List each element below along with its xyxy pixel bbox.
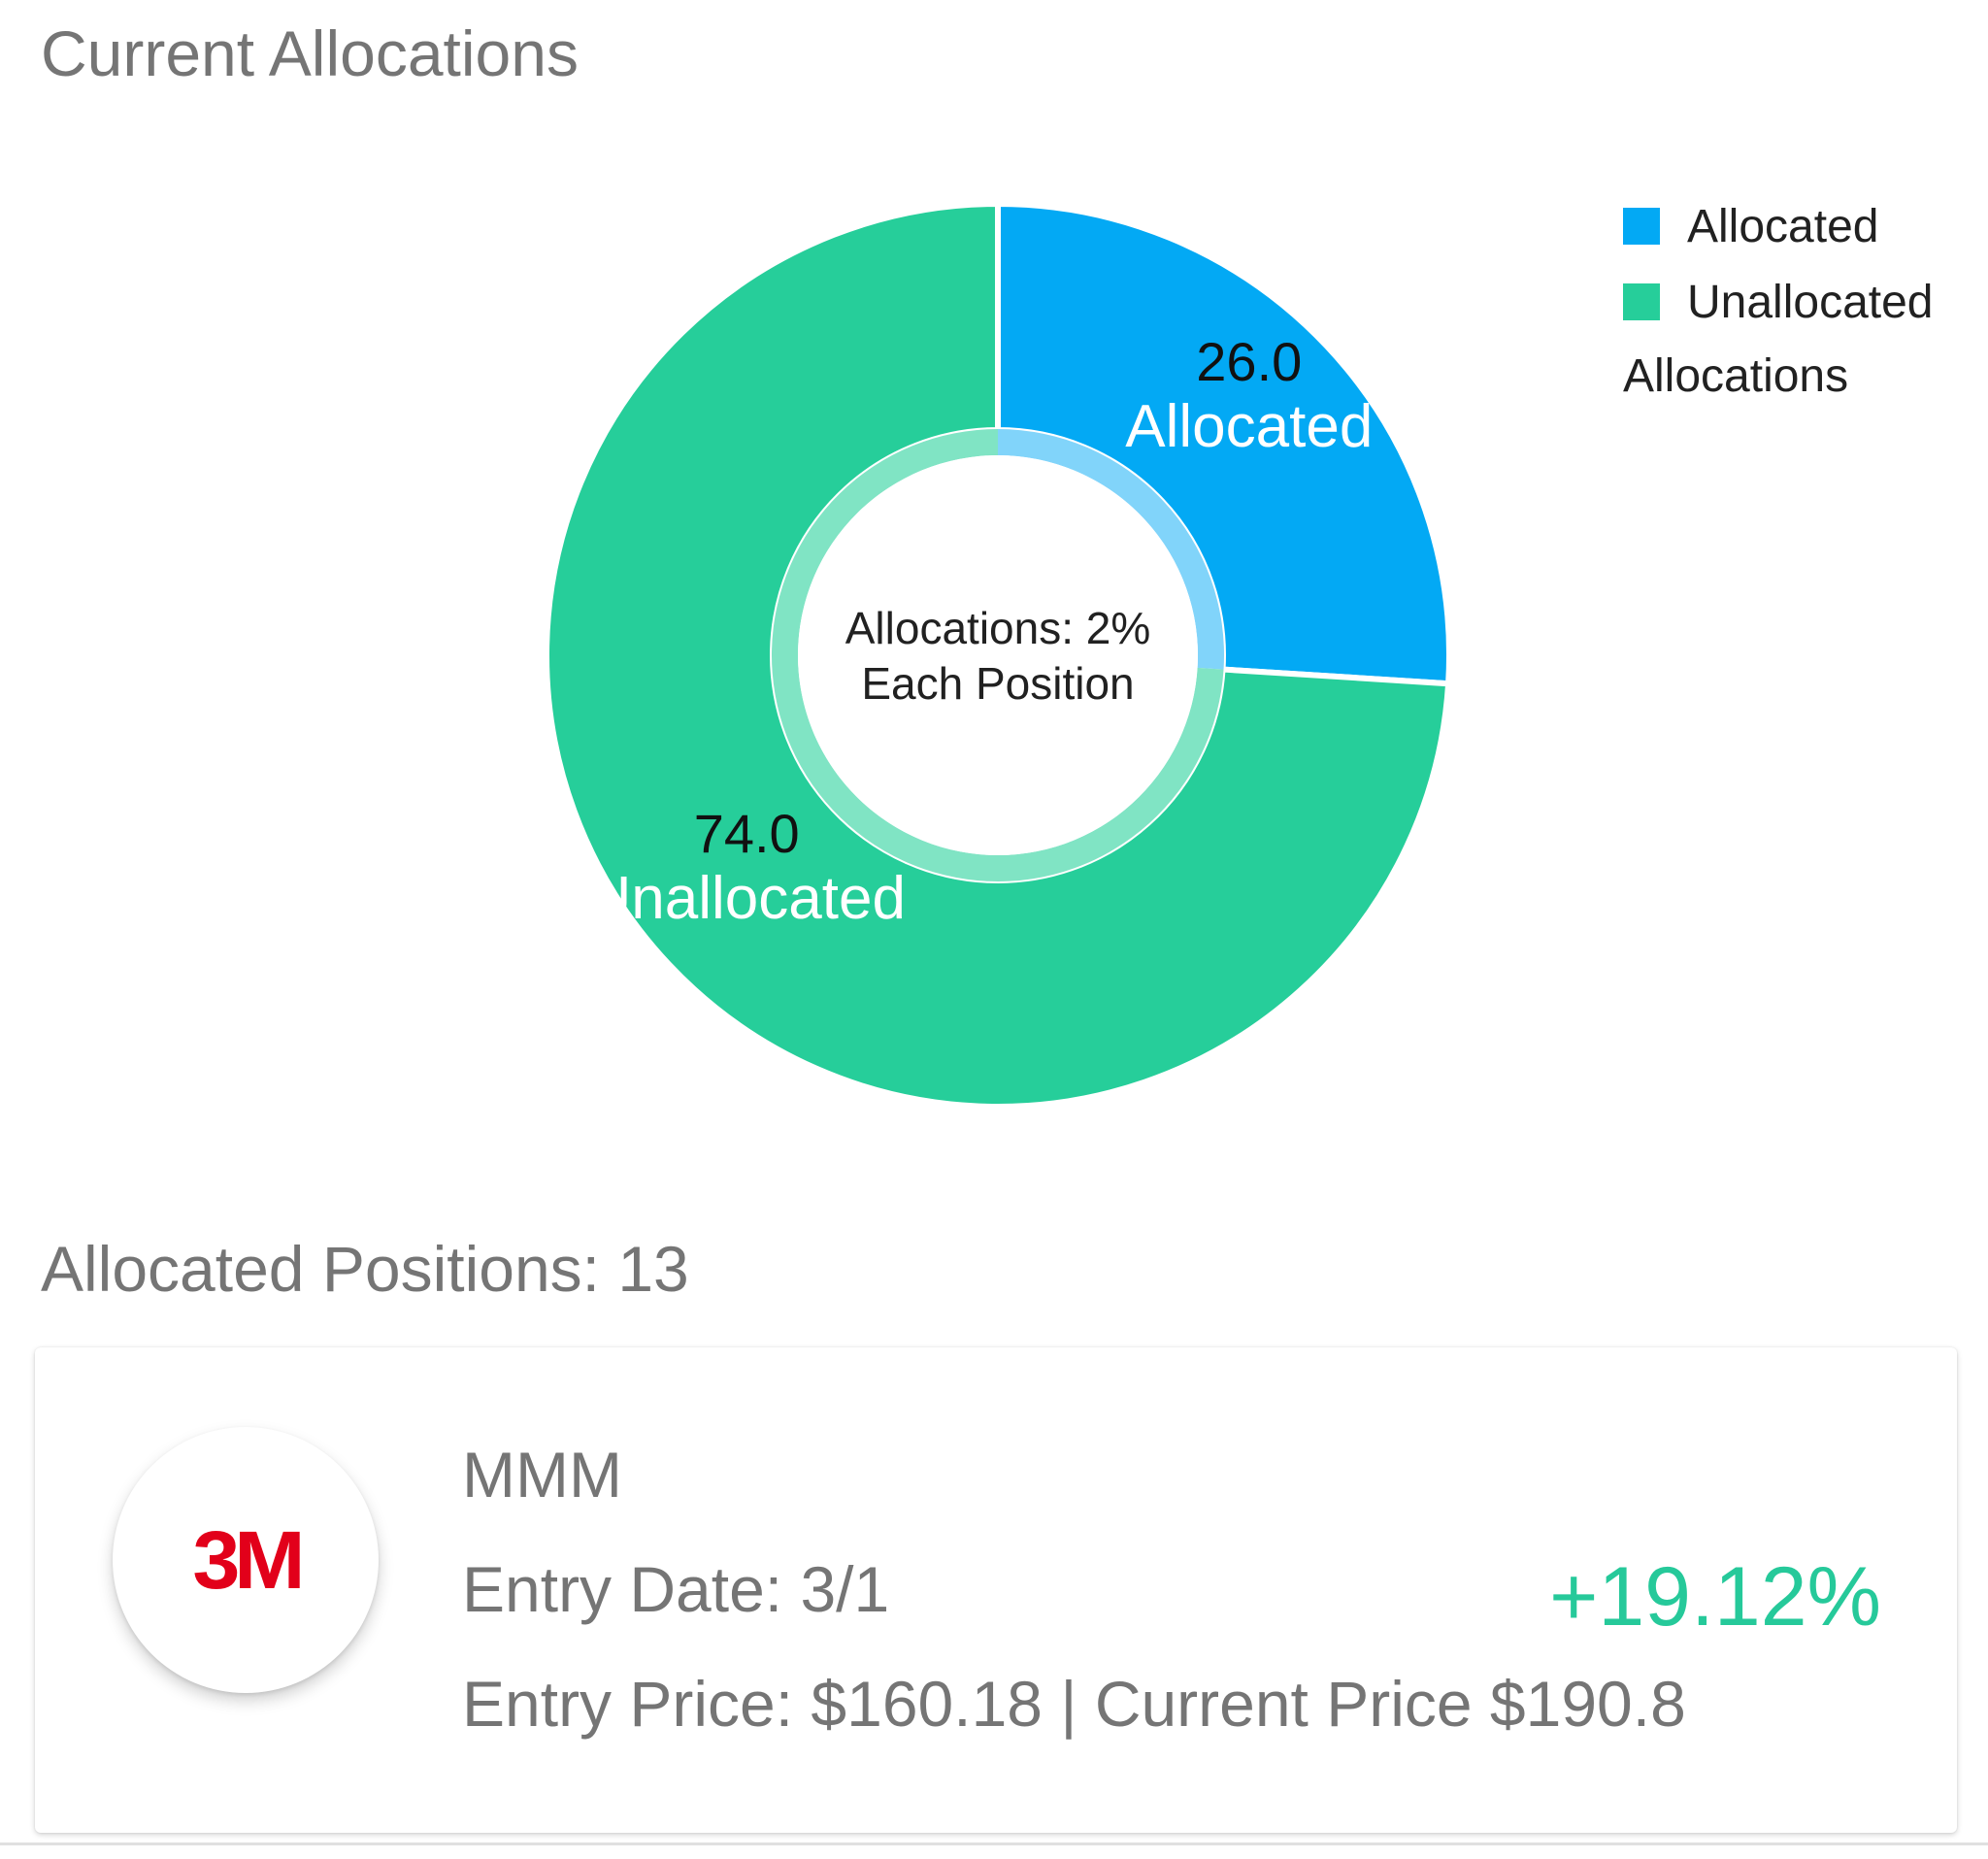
legend-swatch-unallocated (1623, 283, 1660, 320)
position-card[interactable]: 3M MMM Entry Date: 3/1 Entry Price: $160… (35, 1347, 1957, 1833)
legend-item-allocated[interactable]: Allocated (1623, 198, 1934, 254)
position-ticker: MMM (462, 1439, 622, 1510)
position-entry-date: Entry Date: 3/1 (462, 1553, 890, 1625)
legend-title: Allocations (1623, 350, 1849, 402)
legend-item-unallocated[interactable]: Unallocated (1623, 274, 1934, 330)
center-text-line-2: Each Position (861, 658, 1134, 709)
legend-swatch-allocated (1623, 208, 1660, 245)
legend-label-unallocated: Unallocated (1687, 276, 1934, 328)
position-change-percent: +19.12% (1549, 1550, 1881, 1643)
slice-category-label-unallocated: Unallocated (587, 865, 905, 932)
chart-legend: Allocated Unallocated Allocations (1623, 198, 1934, 403)
allocations-donut-chart: Allocations: 2% Each Position 26.0Alloca… (544, 200, 1452, 1110)
slice-category-label-allocated: Allocated (1125, 393, 1373, 460)
position-prices: Entry Price: $160.18 | Current Price $19… (462, 1668, 1686, 1740)
slice-value-label-unallocated: 74.0 (694, 803, 800, 864)
3m-logo: 3M (192, 1514, 305, 1606)
legend-label-allocated: Allocated (1687, 200, 1879, 252)
bottom-divider (0, 1842, 1988, 1845)
slice-value-label-allocated: 26.0 (1196, 331, 1302, 392)
center-text-line-1: Allocations: 2% (845, 603, 1151, 653)
donut-center-hole (798, 455, 1198, 855)
company-logo-avatar: 3M (113, 1427, 379, 1693)
allocated-positions-title: Allocated Positions: 13 (41, 1233, 689, 1305)
